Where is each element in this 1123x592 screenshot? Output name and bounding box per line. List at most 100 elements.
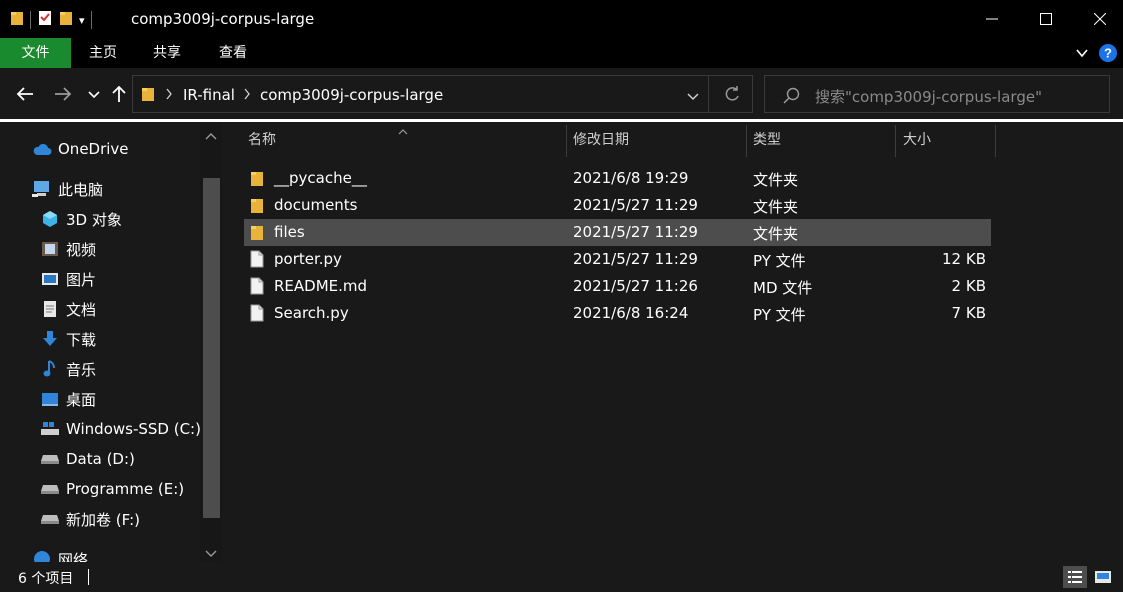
file-icon (250, 277, 266, 295)
nav-item-network[interactable]: 网络 (32, 546, 222, 562)
breadcrumb-current-folder[interactable]: comp3009j-corpus-large (260, 86, 443, 104)
drive-icon (40, 510, 60, 528)
music-icon (40, 360, 60, 378)
file-row[interactable]: README.md 2021/5/27 11:26 MD 文件 2 KB (244, 273, 991, 300)
recent-locations-dropdown[interactable] (82, 82, 106, 106)
up-button[interactable] (107, 82, 131, 106)
details-view-button[interactable] (1063, 566, 1087, 588)
nav-item-pictures[interactable]: 图片 (40, 266, 222, 292)
nav-item-drive-f[interactable]: 新加卷 (F:) (40, 506, 222, 532)
file-type: PY 文件 (753, 306, 806, 324)
nav-item-drive-c[interactable]: Windows-SSD (C:) (40, 416, 222, 442)
scroll-down-icon[interactable] (205, 546, 217, 562)
column-header-name[interactable]: 名称 (248, 128, 564, 158)
refresh-icon[interactable] (723, 85, 741, 107)
column-divider[interactable] (566, 125, 567, 157)
scrollbar-thumb[interactable] (203, 178, 220, 518)
file-row[interactable]: Search.py 2021/6/8 16:24 PY 文件 7 KB (244, 300, 991, 327)
file-type: 文件夹 (753, 225, 799, 243)
svg-text:?: ? (1104, 46, 1112, 61)
nav-item-label: 图片 (66, 270, 97, 289)
properties-icon[interactable] (37, 10, 53, 30)
nav-item-label: OneDrive (58, 140, 129, 158)
file-list: 名称 修改日期 类型 大小 __pycache__ 2021/6/8 19:29… (222, 122, 1123, 562)
toolbar-divider (90, 11, 92, 29)
nav-scrollbar[interactable] (200, 122, 222, 562)
file-row[interactable]: porter.py 2021/5/27 11:29 PY 文件 12 KB (244, 246, 991, 273)
file-name: documents (274, 196, 358, 214)
nav-item-drive-e[interactable]: Programme (E:) (40, 476, 222, 502)
tab-share[interactable]: 共享 (146, 38, 188, 68)
file-type: 文件夹 (753, 171, 799, 189)
nav-item-onedrive[interactable]: OneDrive (32, 136, 222, 162)
nav-item-this-pc[interactable]: 此电脑 (32, 176, 222, 202)
network-icon (32, 550, 52, 562)
file-modified: 2021/5/27 11:29 (573, 223, 698, 241)
nav-item-desktop[interactable]: 桌面 (40, 386, 222, 412)
title-bar: ▾ comp3009j-corpus-large (0, 0, 1123, 38)
help-icon[interactable]: ? (1099, 44, 1117, 66)
address-bar[interactable]: IR-final comp3009j-corpus-large (132, 75, 753, 113)
file-size: 2 KB (951, 277, 986, 295)
status-bar: 6 个项目 (0, 562, 1123, 592)
file-icon (250, 304, 266, 322)
nav-item-downloads[interactable]: 下载 (40, 326, 222, 352)
file-size: 7 KB (951, 304, 986, 322)
nav-item-drive-d[interactable]: Data (D:) (40, 446, 222, 472)
forward-button[interactable] (51, 82, 75, 106)
nav-item-3d-objects[interactable]: 3D 对象 (40, 206, 222, 232)
chevron-right-icon[interactable] (165, 88, 173, 104)
column-header-modified[interactable]: 修改日期 (573, 128, 743, 158)
desktop-icon (40, 390, 60, 408)
nav-item-videos[interactable]: 视频 (40, 236, 222, 262)
column-header-type[interactable]: 类型 (753, 128, 893, 158)
tab-home[interactable]: 主页 (82, 38, 124, 68)
search-box[interactable]: 搜索"comp3009j-corpus-large" (764, 75, 1110, 113)
navigation-bar: IR-final comp3009j-corpus-large 搜索"comp3… (0, 68, 1123, 120)
cloud-icon (32, 140, 52, 158)
file-row[interactable]: __pycache__ 2021/6/8 19:29 文件夹 (244, 165, 991, 192)
nav-item-label: 此电脑 (58, 180, 104, 199)
folder-icon (250, 169, 266, 187)
expand-ribbon-chevron-icon[interactable] (1075, 46, 1089, 64)
column-divider[interactable] (746, 125, 747, 157)
nav-item-label: 下载 (66, 330, 97, 349)
maximize-button[interactable] (1015, 0, 1077, 38)
window-title: comp3009j-corpus-large (131, 10, 315, 28)
file-type: 文件夹 (753, 198, 799, 216)
drive-icon (40, 480, 60, 498)
address-history-dropdown[interactable] (687, 90, 699, 106)
item-count: 6 个项目 (18, 571, 74, 587)
file-size: 12 KB (942, 250, 986, 268)
tab-file[interactable]: 文件 (0, 38, 71, 68)
cube-icon (40, 210, 60, 228)
picture-icon (40, 270, 60, 288)
back-button[interactable] (13, 82, 37, 106)
chevron-right-icon[interactable] (243, 88, 251, 104)
nav-item-label: Programme (E:) (66, 480, 185, 498)
nav-item-label: 3D 对象 (66, 210, 122, 229)
column-divider[interactable] (895, 125, 896, 157)
new-folder-icon[interactable] (59, 10, 73, 30)
column-header-size[interactable]: 大小 (903, 128, 993, 158)
nav-item-label: 视频 (66, 240, 97, 259)
file-name: README.md (274, 277, 368, 295)
windows-drive-icon (40, 420, 60, 438)
nav-item-documents[interactable]: 文档 (40, 296, 222, 322)
quick-access-toolbar: ▾ (10, 10, 92, 30)
minimize-button[interactable] (969, 0, 1015, 38)
customize-toolbar-dropdown[interactable]: ▾ (79, 14, 85, 27)
nav-item-music[interactable]: 音乐 (40, 356, 222, 382)
scroll-up-icon[interactable] (205, 128, 217, 144)
large-icons-view-button[interactable] (1091, 566, 1115, 588)
nav-item-label: 文档 (66, 300, 97, 319)
file-row[interactable]: documents 2021/5/27 11:29 文件夹 (244, 192, 991, 219)
address-divider (708, 76, 709, 112)
nav-item-label: 新加卷 (F:) (66, 510, 140, 529)
close-button[interactable] (1077, 0, 1123, 38)
file-row[interactable]: files 2021/5/27 11:29 文件夹 (244, 219, 991, 246)
window-controls (969, 0, 1123, 38)
breadcrumb-ir-final[interactable]: IR-final (183, 86, 235, 104)
tab-view[interactable]: 查看 (212, 38, 254, 68)
column-divider[interactable] (995, 125, 996, 157)
